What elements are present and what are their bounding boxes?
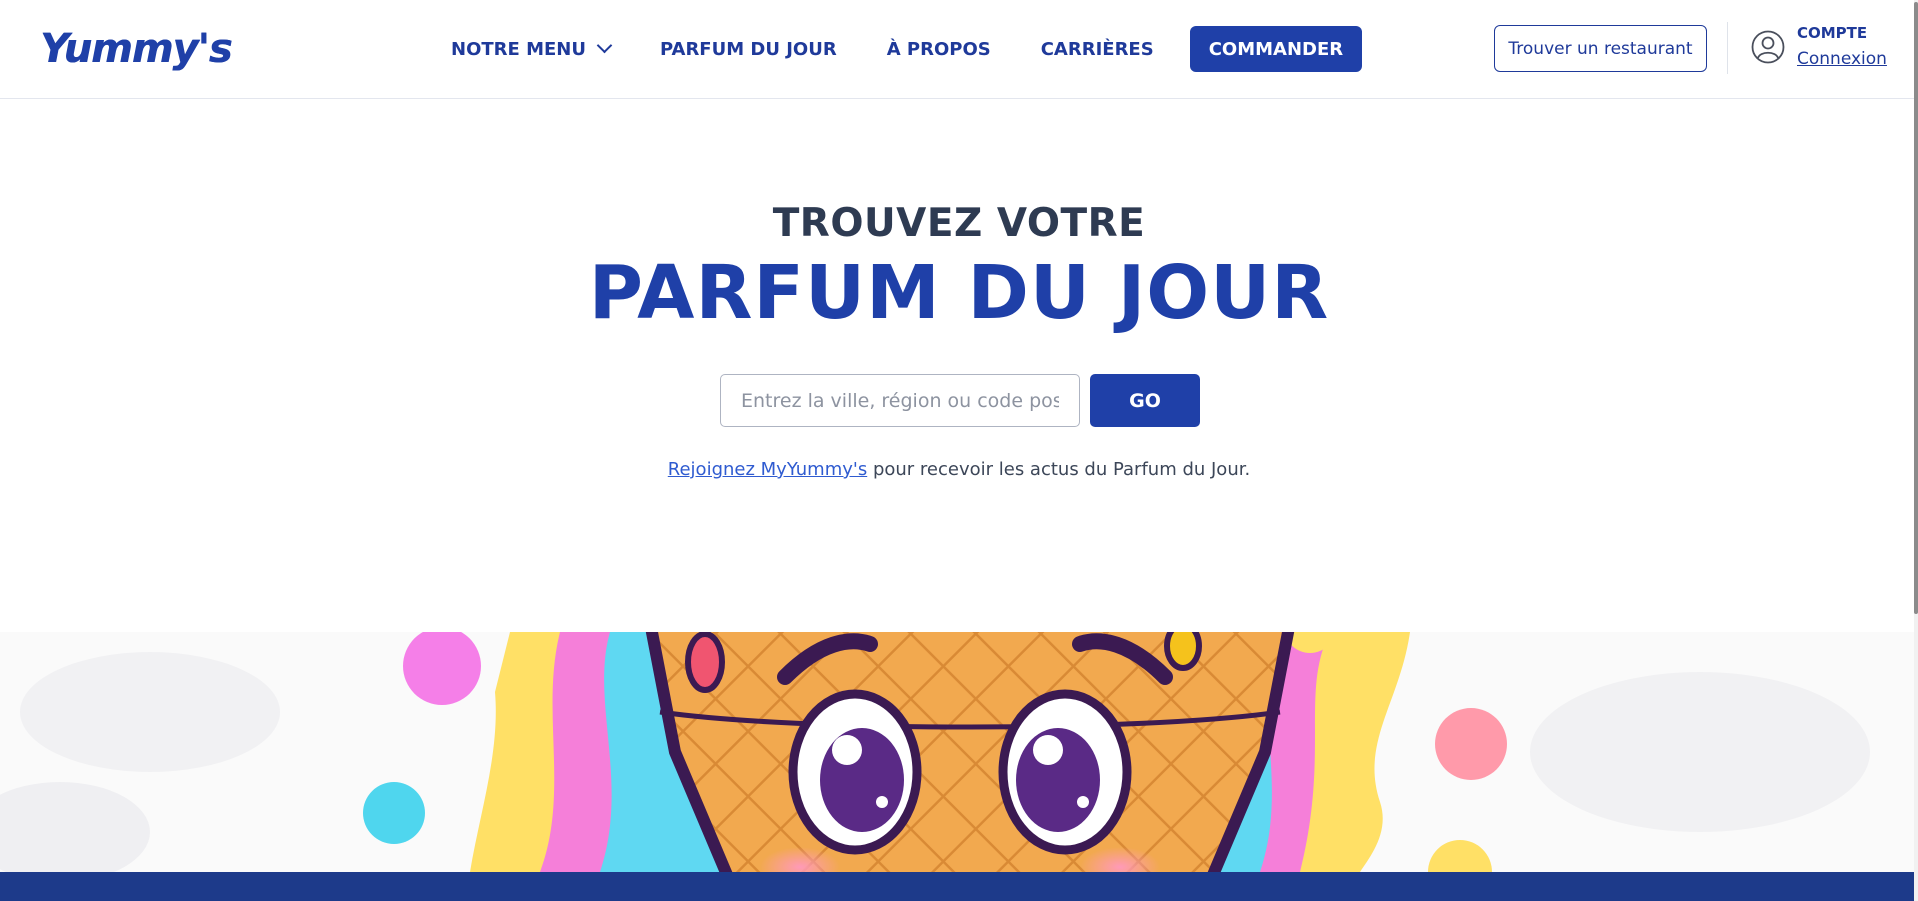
- header-divider: [1727, 22, 1728, 74]
- hero-title: PARFUM DU JOUR: [588, 250, 1330, 336]
- find-restaurant-button[interactable]: Trouver un restaurant: [1494, 25, 1707, 72]
- ice-cream-cone-illustration: [0, 632, 1914, 872]
- join-myyummys-link[interactable]: Rejoignez MyYummy's: [668, 459, 867, 480]
- chevron-down-icon: [596, 37, 613, 54]
- go-button[interactable]: GO: [1090, 374, 1200, 427]
- nav-menu-label: NOTRE MENU: [451, 38, 586, 60]
- main-nav: NOTRE MENU PARFUM DU JOUR À PROPOS CARRI…: [451, 26, 1363, 72]
- footer-band: [0, 872, 1914, 901]
- site-header: Yummy's NOTRE MENU PARFUM DU JOUR À PROP…: [0, 0, 1914, 99]
- login-link[interactable]: Connexion: [1797, 49, 1887, 69]
- account-label: COMPTE: [1797, 24, 1868, 42]
- location-search-input[interactable]: [720, 374, 1080, 427]
- hero-kicker: TROUVEZ VOTRE: [772, 201, 1146, 246]
- brand-logo[interactable]: Yummy's: [40, 26, 233, 72]
- user-circle-icon[interactable]: [1751, 30, 1785, 64]
- nav-flavor-of-day[interactable]: PARFUM DU JOUR: [660, 39, 837, 60]
- join-line: Rejoignez MyYummy's pour recevoir les ac…: [0, 459, 1918, 480]
- join-line-text: pour recevoir les actus du Parfum du Jou…: [867, 459, 1251, 480]
- nav-about[interactable]: À PROPOS: [887, 39, 991, 60]
- nav-careers[interactable]: CARRIÈRES: [1041, 39, 1154, 60]
- order-button[interactable]: COMMANDER: [1189, 26, 1363, 72]
- location-search: GO: [720, 374, 1200, 427]
- nav-menu-dropdown[interactable]: NOTRE MENU: [451, 37, 613, 60]
- scrollbar-thumb[interactable]: [1914, 2, 1918, 614]
